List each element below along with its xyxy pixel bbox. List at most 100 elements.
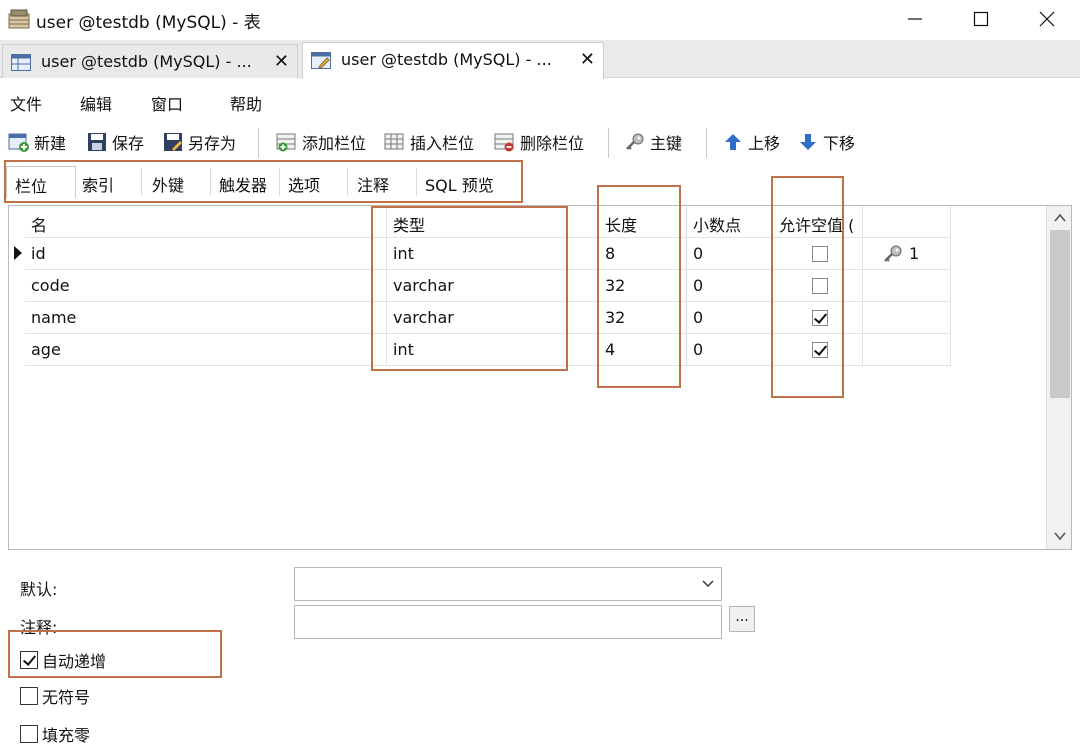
primary-key-label: 主键 [650,134,683,153]
unsigned-label: 无符号 [42,688,91,707]
table-icon [11,54,31,71]
save-as-icon [164,133,182,151]
insert-column-button[interactable]: 插入栏位 [384,130,474,154]
column-header-name[interactable]: 名 [25,206,387,238]
field-key-cell [863,270,951,302]
scroll-down-icon[interactable] [1052,528,1068,544]
document-tab-bar: user @testdb (MySQL) - ... ✕ user @testd… [0,40,1080,79]
field-name-cell[interactable]: code [25,270,387,302]
auto-increment-option[interactable]: 自动递增 [20,649,106,671]
document-tab-1[interactable]: user @testdb (MySQL) - ... ✕ [2,44,298,78]
tab-options[interactable]: 选项 [288,166,320,198]
field-length-cell[interactable]: 4 [599,334,687,366]
field-decimals-cell[interactable]: 0 [687,302,773,334]
tab-comment[interactable]: 注释 [357,166,389,198]
new-label: 新建 [34,134,67,153]
toolbar: 新建 保存 另存为 添加栏位 插入栏位 删除栏位 主键 上移 下移 [0,122,1080,162]
field-type-cell[interactable]: int [387,334,599,366]
save-icon [88,133,106,151]
column-header-length[interactable]: 长度 [599,206,687,238]
comment-edit-button[interactable]: ... [729,606,755,632]
save-as-button[interactable]: 另存为 [162,130,236,154]
auto-increment-checkbox[interactable] [20,651,38,669]
tab-close-icon[interactable]: ✕ [274,51,289,72]
field-type-cell[interactable]: varchar [387,302,599,334]
field-name-cell[interactable]: name [25,302,387,334]
field-length-cell[interactable]: 32 [599,270,687,302]
comment-input[interactable] [294,605,722,639]
zerofill-option[interactable]: 填充零 [20,723,90,745]
field-length-cell[interactable]: 32 [599,302,687,334]
column-header-decimals[interactable]: 小数点 [687,206,773,238]
zerofill-label: 填充零 [42,726,91,745]
field-length-cell[interactable]: 8 [599,238,687,270]
nullable-checkbox[interactable] [812,342,828,358]
unsigned-option[interactable]: 无符号 [20,685,90,707]
save-button[interactable]: 保存 [86,130,144,154]
tab-triggers[interactable]: 触发器 [219,166,267,198]
delete-column-icon [494,133,514,152]
column-header-type[interactable]: 类型 [387,206,599,238]
tab-sql-preview[interactable]: SQL 预览 [425,166,494,198]
field-type-cell[interactable]: varchar [387,270,599,302]
field-name-cell[interactable]: id [25,238,387,270]
menu-edit[interactable]: 编辑 [80,91,112,115]
zerofill-checkbox[interactable] [20,725,38,743]
field-properties-panel: 默认: 注释: ... 自动递增 无符号 填充零 [0,552,1080,751]
save-label: 保存 [112,134,145,153]
key-icon [626,133,644,150]
menu-window[interactable]: 窗口 [151,91,183,115]
new-button[interactable]: 新建 [8,130,66,154]
move-down-label: 下移 [823,134,856,153]
toolbar-separator [706,128,707,158]
tab-label: user @testdb (MySQL) - ... [341,50,552,69]
maximize-button[interactable] [948,0,1014,38]
tab-foreign-keys[interactable]: 外键 [152,166,184,198]
tab-close-icon[interactable]: ✕ [580,49,595,70]
tab-indexes[interactable]: 索引 [82,166,114,198]
table-design-icon [311,52,331,69]
auto-increment-label: 自动递增 [42,652,107,671]
table-app-icon [8,9,30,29]
menu-help[interactable]: 帮助 [230,91,262,115]
field-key-cell: 1 [863,238,951,270]
field-type-cell[interactable]: int [387,238,599,270]
scrollbar-thumb[interactable] [1050,230,1070,398]
tab-label: user @testdb (MySQL) - ... [41,52,252,71]
minimize-button[interactable] [882,0,948,38]
toolbar-separator [608,128,609,158]
tab-fields[interactable]: 栏位 [6,166,76,198]
add-column-button[interactable]: 添加栏位 [276,130,366,154]
default-label: 默认: [20,580,58,599]
field-name-cell[interactable]: age [25,334,387,366]
menu-file[interactable]: 文件 [10,91,42,115]
field-decimals-cell[interactable]: 0 [687,270,773,302]
move-up-button[interactable]: 上移 [722,130,780,154]
move-up-label: 上移 [748,134,781,153]
field-decimals-cell[interactable]: 0 [687,238,773,270]
field-key-cell [863,302,951,334]
menu-bar: 文件 编辑 窗口 帮助 [0,79,1080,121]
unsigned-checkbox[interactable] [20,687,38,705]
toolbar-separator [258,128,259,158]
fields-grid: 名 类型 长度 小数点 允许空值 ( id int 8 0 1 code var… [8,205,1072,550]
save-as-label: 另存为 [188,134,237,153]
vertical-scrollbar[interactable] [1046,206,1071,549]
move-down-button[interactable]: 下移 [797,130,855,154]
nullable-checkbox[interactable] [812,310,828,326]
minimize-icon [908,18,922,20]
tab-separator [141,168,142,196]
tab-separator [416,168,417,196]
scroll-up-icon[interactable] [1052,210,1068,226]
nullable-checkbox[interactable] [812,278,828,294]
field-decimals-cell[interactable]: 0 [687,334,773,366]
document-tab-2-active[interactable]: user @testdb (MySQL) - ... ✕ [302,42,604,79]
delete-column-button[interactable]: 删除栏位 [494,130,584,154]
default-value-dropdown[interactable] [294,567,722,601]
close-window-button[interactable] [1014,0,1080,38]
title-bar: user @testdb (MySQL) - 表 [0,0,1080,40]
nullable-checkbox[interactable] [812,246,828,262]
primary-key-button[interactable]: 主键 [624,130,682,154]
insert-column-icon [384,133,404,150]
column-header-nullable[interactable]: 允许空值 ( [773,206,863,238]
